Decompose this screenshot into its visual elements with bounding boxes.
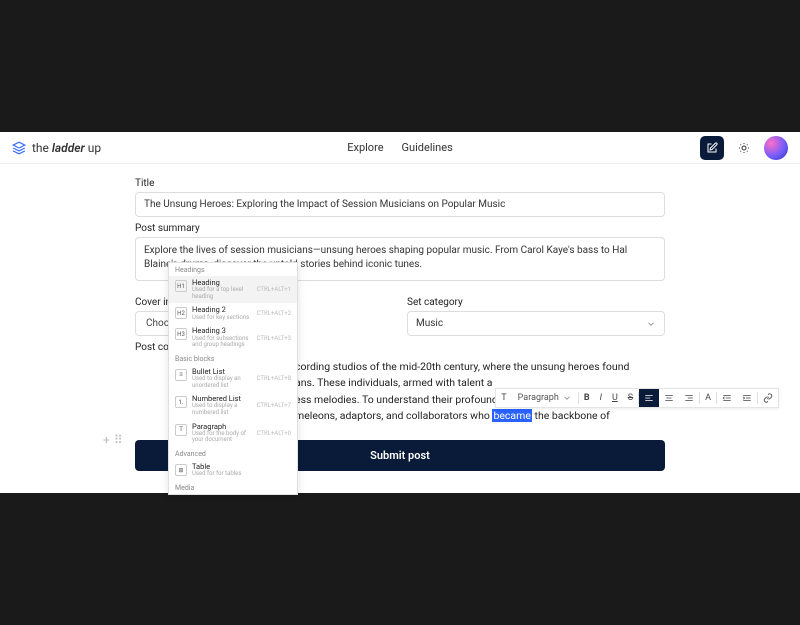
menu-item-bullet-list[interactable]: ≡Bullet ListUsed to display an unordered…: [169, 365, 297, 392]
align-center-icon: [664, 393, 674, 403]
summary-label: Post summary: [135, 223, 665, 234]
align-right-icon: [684, 393, 694, 403]
chevron-down-icon: [562, 393, 572, 403]
drag-handle[interactable]: ⠿: [114, 433, 123, 447]
title-label: Title: [135, 178, 665, 189]
toolbar-paragraph-select[interactable]: Paragraph: [512, 393, 578, 403]
main-nav: Explore Guidelines: [347, 141, 453, 154]
avatar[interactable]: [764, 136, 788, 160]
toolbar-type-button[interactable]: T: [496, 389, 511, 407]
indent-icon: [742, 393, 752, 403]
topbar: the ladder up Explore Guidelines: [0, 132, 800, 164]
selected-text: became: [492, 409, 531, 422]
menu-group-advanced: Advanced: [169, 447, 297, 460]
menu-item-table[interactable]: ⊞TableUsed for for tables: [169, 460, 297, 481]
menu-group-basic: Basic blocks: [169, 352, 297, 365]
toolbar-align-center[interactable]: [659, 389, 679, 407]
toolbar-bold[interactable]: B: [579, 389, 595, 407]
menu-item-heading-3[interactable]: H3Heading 3Used for subsections and grou…: [169, 324, 297, 351]
menu-group-media: Media: [169, 481, 297, 494]
link-icon: [763, 393, 773, 403]
category-label: Set category: [407, 297, 665, 308]
toolbar-align-right[interactable]: [679, 389, 699, 407]
toolbar-link[interactable]: [758, 389, 778, 407]
chevron-down-icon: [646, 319, 656, 329]
toolbar-indent-increase[interactable]: [737, 389, 757, 407]
layers-icon: [12, 141, 26, 155]
menu-item-heading-2[interactable]: H2Heading 2Used for key sectionsCTRL+ALT…: [169, 303, 297, 324]
toolbar-strike[interactable]: S: [623, 389, 638, 407]
block-type-menu: Headings H1HeadingUsed for a top level h…: [168, 262, 298, 495]
toolbar-underline[interactable]: U: [607, 389, 623, 407]
nav-guidelines[interactable]: Guidelines: [402, 141, 453, 154]
title-input[interactable]: [135, 192, 665, 217]
brand-logo[interactable]: the ladder up: [12, 141, 101, 155]
toolbar-indent-decrease[interactable]: [717, 389, 737, 407]
text-toolbar: T Paragraph B I U S A: [495, 388, 779, 408]
sun-icon: [738, 142, 750, 154]
menu-item-paragraph[interactable]: TParagraphUsed for the body of your docu…: [169, 420, 297, 447]
toolbar-align-left[interactable]: [639, 389, 659, 407]
nav-explore[interactable]: Explore: [347, 141, 383, 154]
toolbar-italic[interactable]: I: [595, 389, 607, 407]
edit-icon: [706, 142, 718, 154]
menu-item-numbered-list[interactable]: 1.Numbered ListUsed to display a numbere…: [169, 392, 297, 419]
align-left-icon: [644, 393, 654, 403]
outdent-icon: [722, 393, 732, 403]
category-select[interactable]: Music: [407, 311, 665, 336]
compose-button[interactable]: [700, 136, 724, 160]
add-block-button[interactable]: +: [103, 433, 110, 447]
menu-group-headings: Headings: [169, 263, 297, 276]
theme-toggle[interactable]: [732, 136, 756, 160]
toolbar-color[interactable]: A: [700, 389, 716, 407]
menu-item-heading-1[interactable]: H1HeadingUsed for a top level headingCTR…: [169, 276, 297, 303]
category-value: Music: [416, 318, 443, 329]
